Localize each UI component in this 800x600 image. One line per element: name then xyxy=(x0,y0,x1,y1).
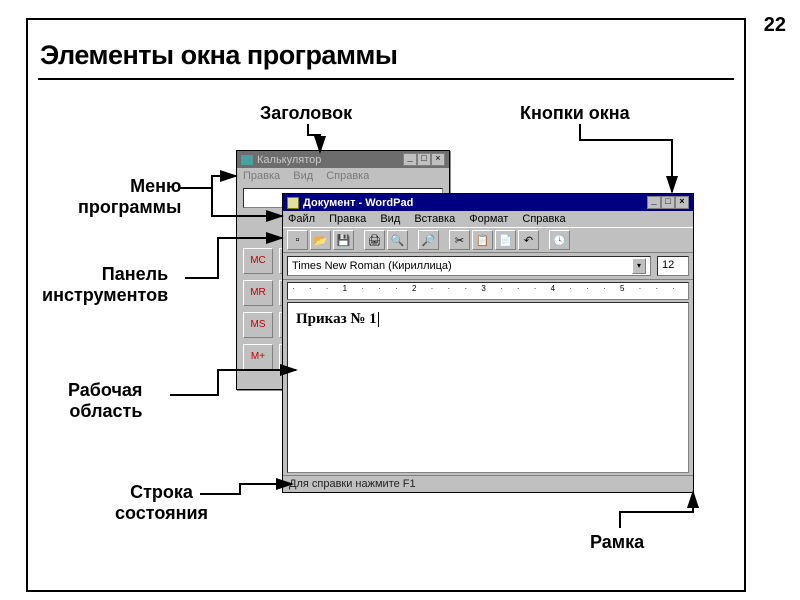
label-status-bar: Строка состояния xyxy=(115,482,208,523)
calculator-menu[interactable]: Правка Вид Справка xyxy=(237,168,449,184)
calc-button[interactable]: MR xyxy=(243,280,273,306)
menu-item[interactable]: Правка xyxy=(329,213,366,225)
menu-item[interactable]: Вставка xyxy=(414,213,455,225)
label-toolbar: Панель инструментов xyxy=(42,264,168,305)
wordpad-icon xyxy=(287,197,299,209)
close-icon[interactable]: × xyxy=(431,153,445,166)
copy-icon[interactable]: 📋 xyxy=(472,230,493,250)
close-icon[interactable]: × xyxy=(675,196,689,209)
label-header: Заголовок xyxy=(260,103,352,124)
title-underline xyxy=(38,78,734,80)
print-icon[interactable]: 🖨 xyxy=(364,230,385,250)
wordpad-titlebar[interactable]: Документ - WordPad _ □ × xyxy=(283,194,693,211)
font-name: Times New Roman (Кириллица) xyxy=(292,260,452,272)
paste-icon[interactable]: 📄 xyxy=(495,230,516,250)
label-program-menu: Меню программы xyxy=(78,176,181,217)
calculator-titlebar[interactable]: Калькулятор _ □ × xyxy=(237,151,449,168)
text-cursor xyxy=(378,312,379,327)
wordpad-title-text: Документ - WordPad xyxy=(303,197,413,209)
label-frame: Рамка xyxy=(590,532,644,553)
document-text: Приказ № 1 xyxy=(296,311,377,327)
minimize-icon[interactable]: _ xyxy=(647,196,661,209)
slide-title: Элементы окна программы xyxy=(40,40,397,71)
slide-number: 22 xyxy=(764,14,786,37)
preview-icon[interactable]: 🔍 xyxy=(387,230,408,250)
document-area[interactable]: Приказ № 1 xyxy=(287,302,689,473)
menu-item[interactable]: Вид xyxy=(380,213,400,225)
chevron-down-icon[interactable]: ▾ xyxy=(632,258,646,274)
menu-item[interactable]: Формат xyxy=(469,213,508,225)
minimize-icon[interactable]: _ xyxy=(403,153,417,166)
menu-item[interactable]: Справка xyxy=(326,170,369,182)
status-bar: Для справки нажмите F1 xyxy=(283,475,693,492)
menu-item[interactable]: Файл xyxy=(288,213,315,225)
open-icon[interactable]: 📂 xyxy=(310,230,331,250)
find-icon[interactable]: 🔎 xyxy=(418,230,439,250)
menu-item[interactable]: Вид xyxy=(293,170,313,182)
undo-icon[interactable]: ↶ xyxy=(518,230,539,250)
label-work-area: Рабочая область xyxy=(68,380,142,421)
calc-button[interactable]: MC xyxy=(243,248,273,274)
label-window-buttons: Кнопки окна xyxy=(520,103,630,124)
menu-item[interactable]: Справка xyxy=(522,213,565,225)
calc-button[interactable]: M+ xyxy=(243,344,273,370)
cut-icon[interactable]: ✂ xyxy=(449,230,470,250)
maximize-icon[interactable]: □ xyxy=(417,153,431,166)
wordpad-window: Документ - WordPad _ □ × Файл Правка Вид… xyxy=(282,193,694,493)
ruler: · · · 1 · · · 2 · · · 3 · · · 4 · · · 5 … xyxy=(287,282,689,300)
calculator-title-text: Калькулятор xyxy=(257,154,321,166)
wordpad-fontbar: Times New Roman (Кириллица) ▾ 12 xyxy=(283,253,693,280)
size-select[interactable]: 12 xyxy=(657,256,689,276)
calc-button[interactable]: MS xyxy=(243,312,273,338)
datetime-icon[interactable]: 🕓 xyxy=(549,230,570,250)
save-icon[interactable]: 💾 xyxy=(333,230,354,250)
maximize-icon[interactable]: □ xyxy=(661,196,675,209)
font-select[interactable]: Times New Roman (Кириллица) ▾ xyxy=(287,256,651,276)
wordpad-menu[interactable]: Файл Правка Вид Вставка Формат Справка xyxy=(283,211,693,227)
calculator-icon xyxy=(241,155,253,165)
wordpad-toolbar: ▫ 📂 💾 🖨 🔍 🔎 ✂ 📋 📄 ↶ 🕓 xyxy=(283,227,693,253)
menu-item[interactable]: Правка xyxy=(243,170,280,182)
new-icon[interactable]: ▫ xyxy=(287,230,308,250)
